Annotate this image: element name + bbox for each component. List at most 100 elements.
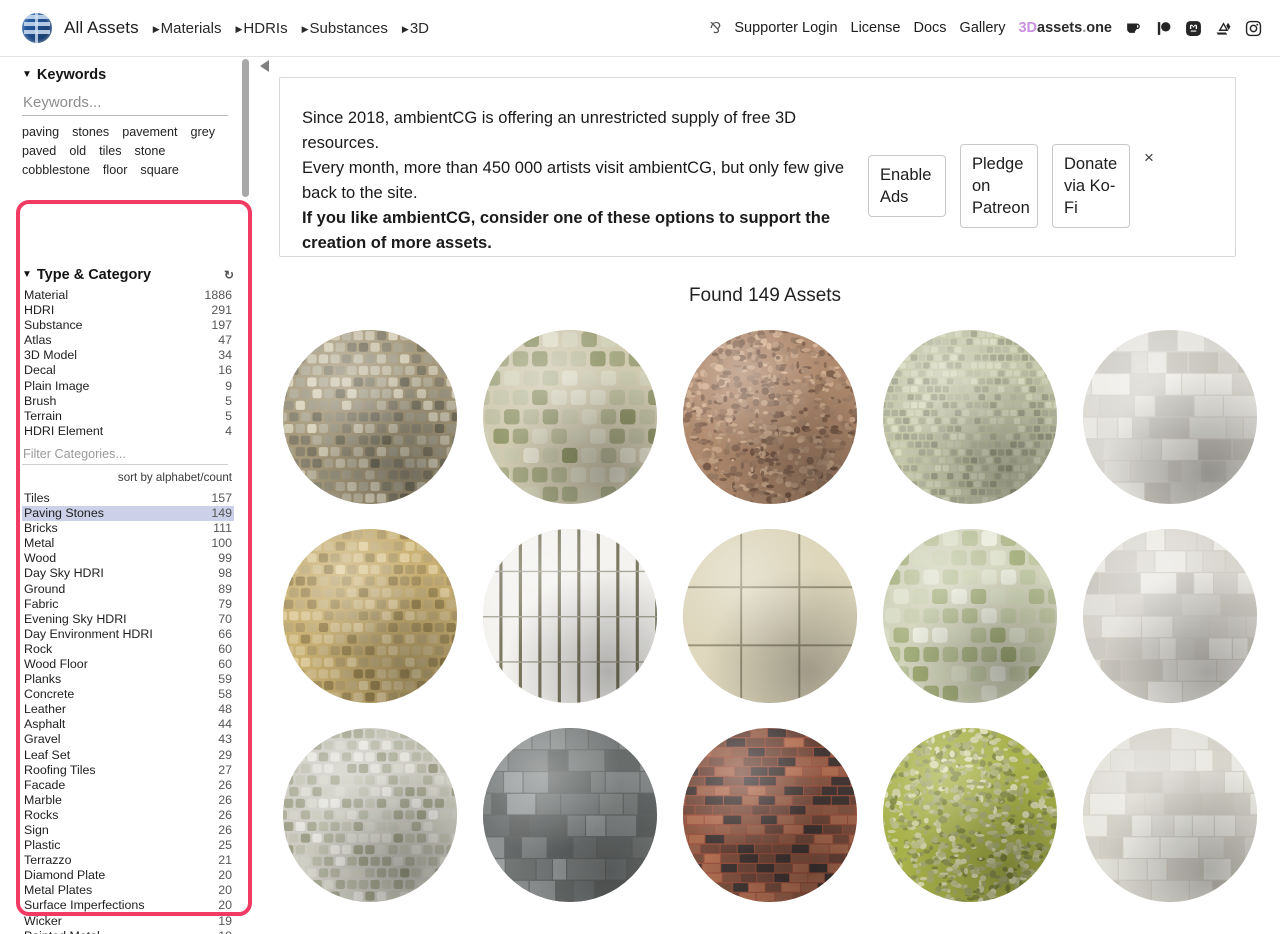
keyword-tag[interactable]: square <box>140 163 179 177</box>
asset-card[interactable] <box>470 319 670 514</box>
setts-mossy-white-sphere[interactable] <box>883 528 1057 703</box>
category-filter-input[interactable] <box>22 444 228 465</box>
category-filter-row[interactable]: Plastic 25 <box>22 838 234 853</box>
artstation-icon[interactable] <box>1215 20 1232 37</box>
asset-card[interactable] <box>870 319 1070 514</box>
sort-toggle[interactable]: sort by alphabet/count <box>22 471 234 484</box>
license-link[interactable]: License <box>851 20 901 36</box>
pledge-on-patreon-button[interactable]: Pledge on Patreon <box>960 144 1038 228</box>
category-filter-row[interactable]: Wood Floor 60 <box>22 657 234 672</box>
category-filter-row[interactable]: Wicker 19 <box>22 914 234 929</box>
patreon-icon[interactable] <box>1155 20 1172 37</box>
paving-stones-mossy-sphere[interactable] <box>483 329 657 504</box>
type-filter-row[interactable]: Substance 197 <box>22 318 234 333</box>
keyword-tag[interactable]: stones <box>72 125 109 139</box>
category-filter-row[interactable]: Evening Sky HDRI 70 <box>22 612 234 627</box>
keywords-panel-title[interactable]: ▼ Keywords <box>22 67 234 83</box>
pale-stone-blocks-sphere[interactable] <box>1083 727 1257 902</box>
type-filter-row[interactable]: HDRI 291 <box>22 303 234 318</box>
keyword-tag[interactable]: pavement <box>122 125 177 139</box>
docs-link[interactable]: Docs <box>914 20 947 36</box>
reset-filters-icon[interactable]: ↻ <box>224 268 234 282</box>
type-filter-row[interactable]: Decal 16 <box>22 363 234 378</box>
category-filter-row[interactable]: Rock 60 <box>22 642 234 657</box>
gallery-link[interactable]: Gallery <box>960 20 1006 36</box>
keyword-tag[interactable]: cobblestone <box>22 163 90 177</box>
keyword-tag[interactable]: paved <box>22 144 56 158</box>
category-filter-row[interactable]: Wood 99 <box>22 551 234 566</box>
type-filter-row[interactable]: Atlas 47 <box>22 333 234 348</box>
category-filter-row[interactable]: Surface Imperfections 20 <box>22 898 234 913</box>
ambientcg-logo-icon[interactable] <box>22 13 52 43</box>
asset-card[interactable] <box>1070 319 1270 514</box>
nav-substances[interactable]: ▶Substances <box>302 20 388 37</box>
category-filter-row[interactable]: Terrazzo 21 <box>22 853 234 868</box>
keyword-tag[interactable]: paving <box>22 125 59 139</box>
nav-3d[interactable]: ▶3D <box>402 20 429 37</box>
category-filter-row[interactable]: Planks 59 <box>22 672 234 687</box>
category-filter-row[interactable]: Metal Plates 20 <box>22 883 234 898</box>
type-filter-row[interactable]: 3D Model 34 <box>22 348 234 363</box>
mossy-pebbles-green-sphere[interactable] <box>883 727 1057 902</box>
category-filter-row[interactable]: Paving Stones 149 <box>22 506 234 522</box>
asset-card[interactable] <box>870 717 1070 912</box>
sidebar-scrollbar[interactable] <box>241 57 250 934</box>
nav-hdris[interactable]: ▶HDRIs <box>235 20 287 37</box>
asset-card[interactable] <box>1070 717 1270 912</box>
asset-card[interactable] <box>1070 518 1270 713</box>
cobblestone-mixed-grey-sphere[interactable] <box>283 329 457 504</box>
type-filter-row[interactable]: Material 1886 <box>22 288 234 303</box>
instagram-icon[interactable] <box>1245 20 1262 37</box>
enable-ads-button[interactable]: Enable Ads <box>868 155 946 217</box>
type-filter-row[interactable]: Brush 5 <box>22 394 234 409</box>
asset-card[interactable] <box>470 518 670 713</box>
pebble-aggregate-sphere[interactable] <box>683 329 857 504</box>
setts-grey-mossy-sphere[interactable] <box>283 727 457 902</box>
asset-card[interactable] <box>270 319 470 514</box>
category-filter-row[interactable]: Roofing Tiles 27 <box>22 763 234 778</box>
supporter-login-link[interactable]: Supporter Login <box>734 20 837 36</box>
keyword-tag[interactable]: old <box>69 144 86 158</box>
category-filter-row[interactable]: Day Sky HDRI 98 <box>22 566 234 581</box>
type-filter-row[interactable]: Terrain 5 <box>22 409 234 424</box>
keywords-input[interactable] <box>22 92 228 116</box>
small-setts-green-grey-sphere[interactable] <box>883 329 1057 504</box>
category-filter-row[interactable]: Gravel 43 <box>22 732 234 747</box>
type-filter-row[interactable]: Plain Image 9 <box>22 379 234 394</box>
category-filter-row[interactable]: Bricks 111 <box>22 521 234 536</box>
kofi-icon[interactable] <box>1125 20 1142 37</box>
category-filter-row[interactable]: Facade 26 <box>22 778 234 793</box>
category-filter-row[interactable]: Concrete 58 <box>22 687 234 702</box>
asset-card[interactable] <box>870 518 1070 713</box>
type-category-panel-title[interactable]: ▼ Type & Category ↻ <box>22 267 234 283</box>
asset-card[interactable] <box>670 319 870 514</box>
cobblestone-yellow-sphere[interactable] <box>283 528 457 703</box>
category-filter-row[interactable]: Marble 26 <box>22 793 234 808</box>
category-filter-row[interactable]: Asphalt 44 <box>22 717 234 732</box>
category-filter-row[interactable]: Diamond Plate 20 <box>22 868 234 883</box>
category-filter-row[interactable]: Leather 48 <box>22 702 234 717</box>
category-filter-row[interactable]: Leaf Set 29 <box>22 748 234 763</box>
category-filter-row[interactable]: Sign 26 <box>22 823 234 838</box>
stone-wall-pale-sphere[interactable] <box>1083 528 1257 703</box>
dark-slate-slabs-sphere[interactable] <box>483 727 657 902</box>
no-ads-icon[interactable]: ⅋ <box>710 19 722 37</box>
asset-card[interactable] <box>470 717 670 912</box>
collapse-sidebar-arrow-icon[interactable] <box>260 60 269 72</box>
smooth-tiles-beige-sphere[interactable] <box>683 528 857 703</box>
close-banner-icon[interactable]: × <box>1144 148 1154 168</box>
red-brick-wall-sphere[interactable] <box>683 727 857 902</box>
asset-card[interactable] <box>270 717 470 912</box>
stone-slabs-white-sphere[interactable] <box>1083 329 1257 504</box>
donate-via-kofi-button[interactable]: Donate via Ko-Fi <box>1052 144 1130 228</box>
category-filter-row[interactable]: Metal 100 <box>22 536 234 551</box>
type-filter-row[interactable]: HDRI Element 4 <box>22 424 234 439</box>
keyword-tag[interactable]: floor <box>103 163 128 177</box>
asset-card[interactable] <box>670 518 870 713</box>
category-filter-row[interactable]: Tiles 157 <box>22 491 234 506</box>
keyword-tag[interactable]: stone <box>135 144 166 158</box>
asset-card[interactable] <box>270 518 470 713</box>
category-filter-row[interactable]: Rocks 26 <box>22 808 234 823</box>
3dassets-one-link[interactable]: 3Dassets.one <box>1018 20 1112 36</box>
category-filter-row[interactable]: Day Environment HDRI 66 <box>22 627 234 642</box>
